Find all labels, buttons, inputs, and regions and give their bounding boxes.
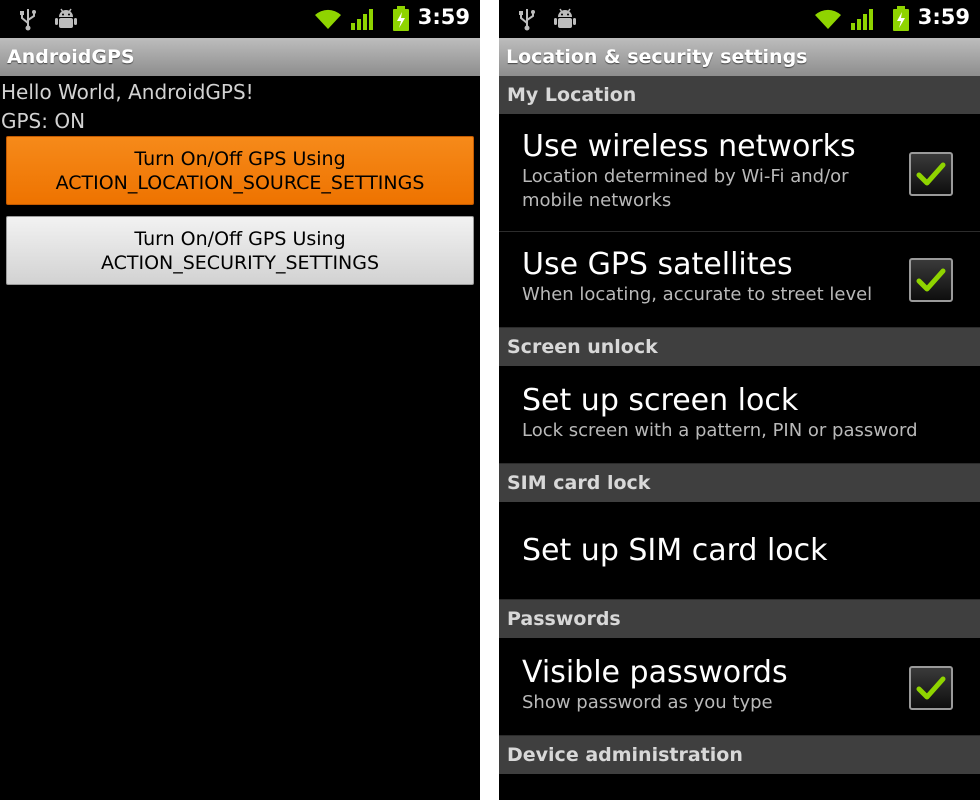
status-bar: 3:59 xyxy=(0,0,480,38)
signal-icon xyxy=(850,7,876,35)
checkmark-icon xyxy=(916,676,946,700)
button-label-line2: ACTION_LOCATION_SOURCE_SETTINGS xyxy=(55,171,425,194)
screen-androidgps: 3:59 AndroidGPS Hello World, AndroidGPS!… xyxy=(0,0,480,800)
usb-icon xyxy=(18,7,38,35)
pref-set-up-screen-lock[interactable]: Set up screen lock Lock screen with a pa… xyxy=(499,366,980,464)
button-label-line1: Turn On/Off GPS Using xyxy=(134,147,346,170)
settings-title: Location & security settings xyxy=(499,38,980,76)
location-source-settings-button[interactable]: Turn On/Off GPS Using ACTION_LOCATION_SO… xyxy=(6,136,474,205)
section-header-device-administration: Device administration xyxy=(499,736,980,774)
pref-set-up-sim-card-lock[interactable]: Set up SIM card lock xyxy=(499,502,980,600)
gps-status-text: GPS: ON xyxy=(1,109,86,133)
debug-icon xyxy=(554,7,576,35)
section-header-passwords: Passwords xyxy=(499,600,980,638)
pref-use-wireless-networks[interactable]: Use wireless networks Location determine… xyxy=(499,114,980,232)
clock: 3:59 xyxy=(917,5,970,29)
debug-icon xyxy=(55,7,77,35)
section-header-screen-unlock: Screen unlock xyxy=(499,328,980,366)
app-title: AndroidGPS xyxy=(0,38,480,76)
status-bar: 3:59 xyxy=(499,0,980,38)
battery-charging-icon xyxy=(392,6,410,36)
pref-title: Set up SIM card lock xyxy=(522,533,828,568)
pref-summary: Lock screen with a pattern, PIN or passw… xyxy=(522,420,918,441)
checkmark-icon xyxy=(916,162,946,186)
signal-icon xyxy=(350,7,376,35)
section-header-sim-card-lock: SIM card lock xyxy=(499,464,980,502)
usb-icon xyxy=(517,7,537,35)
wifi-icon xyxy=(314,8,342,34)
button-label-line1: Turn On/Off GPS Using xyxy=(134,227,346,250)
pref-visible-passwords[interactable]: Visible passwords Show password as you t… xyxy=(499,638,980,736)
hello-text: Hello World, AndroidGPS! xyxy=(1,80,254,104)
button-label-line2: ACTION_SECURITY_SETTINGS xyxy=(100,251,380,274)
section-header-my-location: My Location xyxy=(499,76,980,114)
gps-satellites-checkbox[interactable] xyxy=(909,258,953,302)
wireless-networks-checkbox[interactable] xyxy=(909,152,953,196)
security-settings-button[interactable]: Turn On/Off GPS Using ACTION_SECURITY_SE… xyxy=(6,216,474,285)
battery-charging-icon xyxy=(892,6,910,36)
visible-passwords-checkbox[interactable] xyxy=(909,666,953,710)
pref-title: Set up screen lock xyxy=(522,383,799,418)
checkmark-icon xyxy=(916,268,946,292)
clock: 3:59 xyxy=(417,5,470,29)
wifi-icon xyxy=(814,8,842,34)
pref-use-gps-satellites[interactable]: Use GPS satellites When locating, accura… xyxy=(499,232,980,328)
screen-location-security-settings: 3:59 Location & security settings My Loc… xyxy=(499,0,980,800)
